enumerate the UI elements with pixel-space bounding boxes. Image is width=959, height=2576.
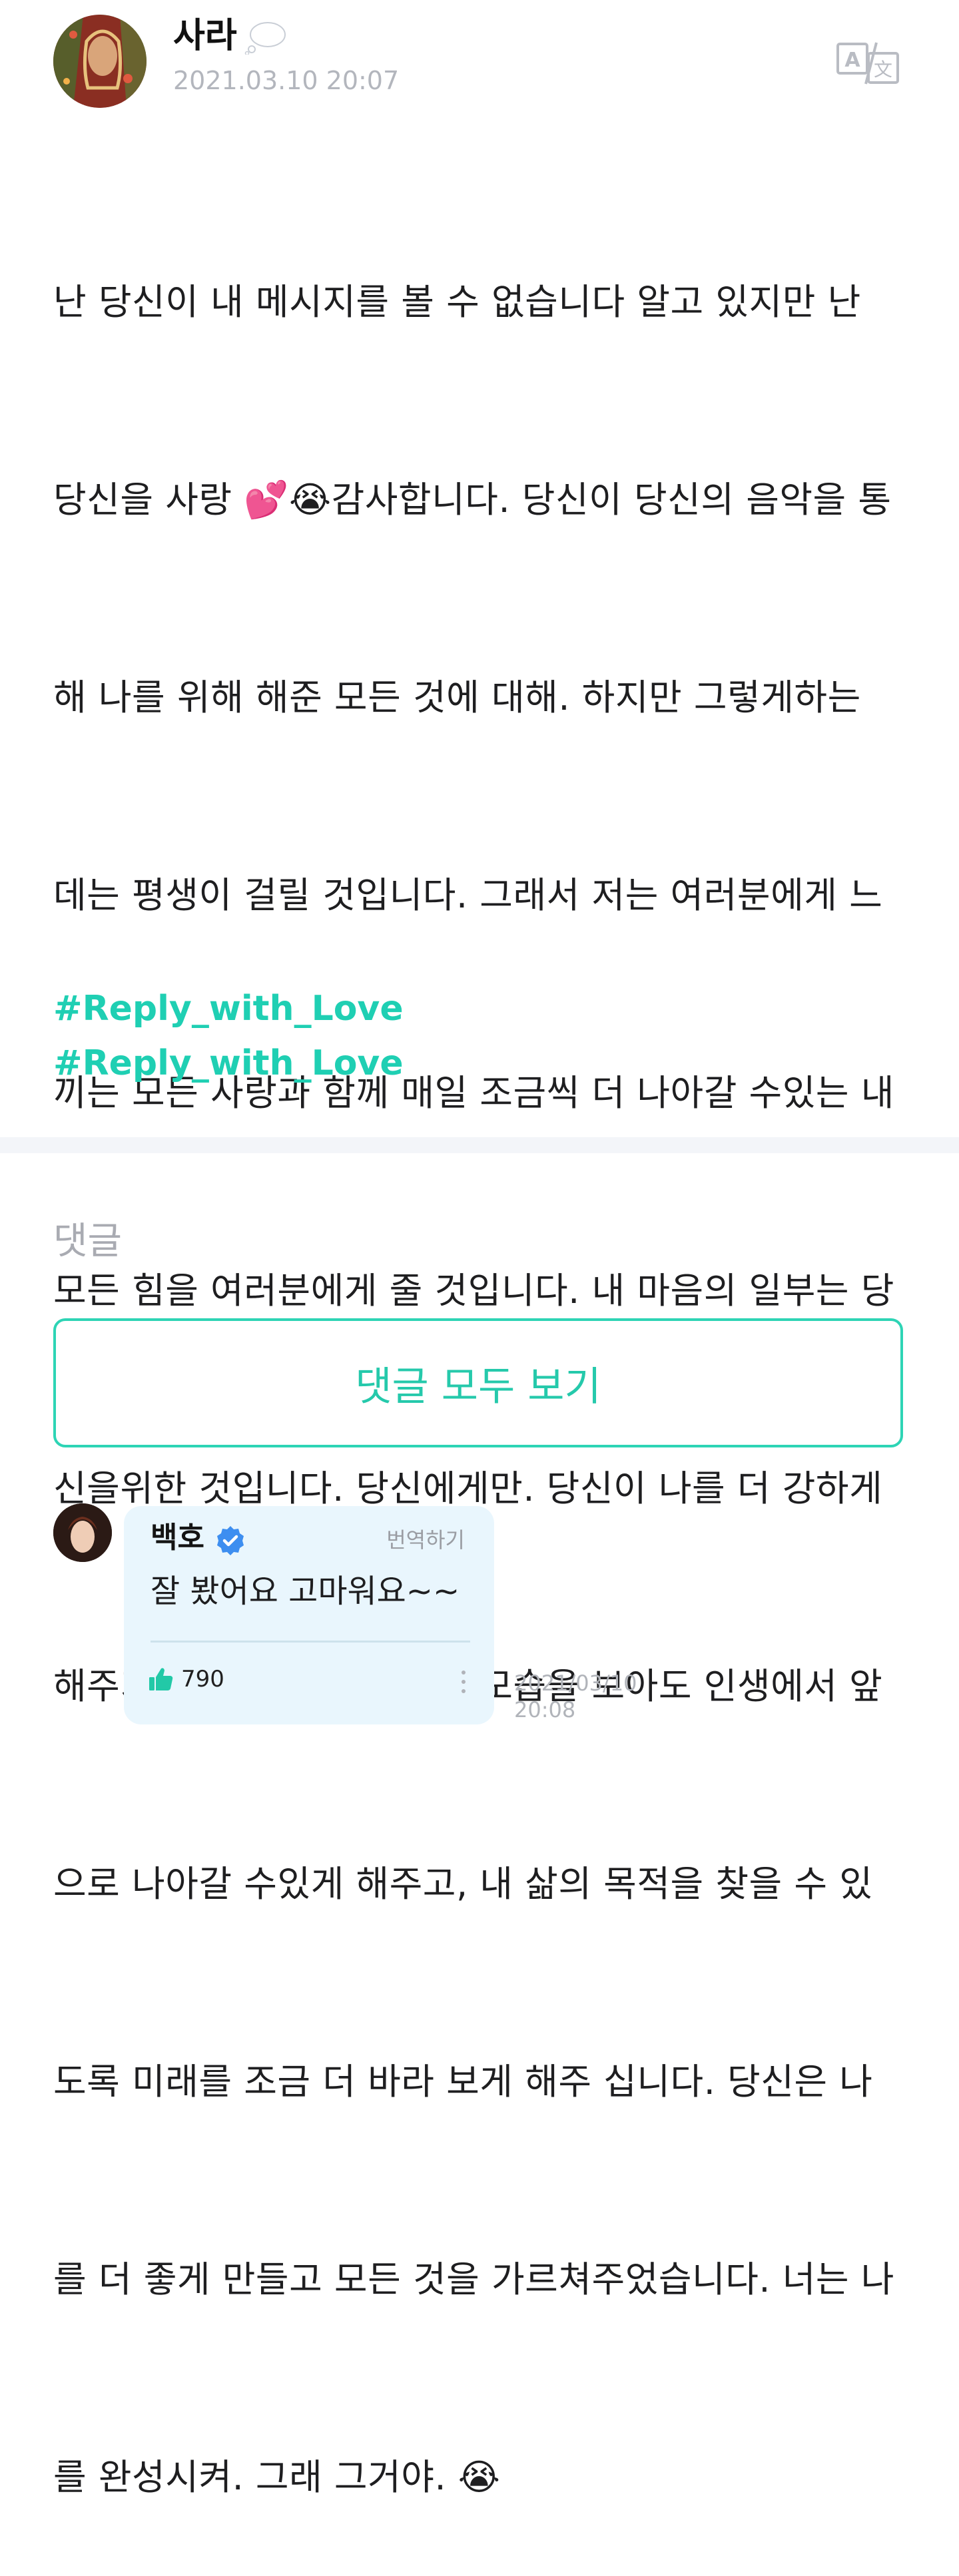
comments-title: 댓글 [53,1220,123,1263]
post-body-line: 으로 나아갈 수있게 해주고, 내 삶의 목적을 찾을 수 있 [53,1863,873,1905]
translate-button[interactable]: A 文 [836,40,900,87]
view-all-comments-button[interactable]: 댓글 모두 보기 [53,1318,903,1447]
comment-bubble: 백호 번역하기 잘 봤어요 고마워요~~ 790 [124,1506,494,1724]
commenter-avatar-art [53,1503,112,1562]
verified-badge-icon [217,1526,244,1555]
thumbs-up-icon [149,1668,173,1690]
author-name[interactable]: 사라 [173,15,237,57]
commenter-name[interactable]: 백호 [151,1519,204,1557]
author-avatar[interactable] [53,15,147,108]
translate-icon: A 文 [836,42,899,85]
comment-divider [151,1641,470,1643]
comment-date-time: 20:08 [514,1697,576,1722]
post-body-line: 모든 힘을 여러분에게 줄 것입니다. 내 마음의 일부는 당 [53,1270,894,1312]
hashtag-link[interactable]: #Reply_with_Love [53,981,404,1036]
post-body-line: 도록 미래를 조금 더 바라 보게 해주 십니다. 당신은 나 [53,2061,873,2103]
hashtag-list: #Reply_with_Love #Reply_with_Love [53,981,404,1091]
post-body-line: 해 나를 위해 해준 모든 것에 대해. 하지만 그렇게하는 [53,676,861,718]
comment-date-day: 2021/03/10 [514,1671,637,1696]
post-body-line: 난 당신이 내 메시지를 볼 수 없습니다 알고 있지만 난 [53,281,861,323]
commenter-avatar[interactable] [53,1503,112,1562]
more-options-icon[interactable] [457,1667,470,1696]
post-date: 2021.03.10 20:07 [173,66,400,95]
hashtag-link[interactable]: #Reply_with_Love [53,1036,404,1091]
thought-bubble-icon [244,22,286,55]
like-button[interactable]: 790 [148,1666,224,1692]
post-body-line: 데는 평생이 걸릴 것입니다. 그래서 저는 여러분에게 느 [53,874,883,916]
like-count: 790 [181,1666,224,1692]
comment-translate-link[interactable]: 번역하기 [386,1526,465,1554]
section-divider [0,1137,959,1153]
post-body-line: 를 완성시켜. 그래 그거야. 😭 [53,2456,501,2498]
post-header: 사라 2021.03.10 20:07 A 文 [0,0,959,120]
avatar-art [53,15,147,108]
comment-text: 잘 봤어요 고마워요~~ [151,1573,460,1610]
post-body-line: 를 더 좋게 만들고 모든 것을 가르쳐주었습니다. 너는 나 [53,2258,894,2300]
svg-text:A: A [844,49,860,72]
svg-text:文: 文 [874,59,892,81]
comment-date: 2021/03/10 20:08 [514,1670,661,1723]
post-body-line: 당신을 사랑 💕😭감사합니다. 당신이 당신의 음악을 통 [53,479,892,521]
